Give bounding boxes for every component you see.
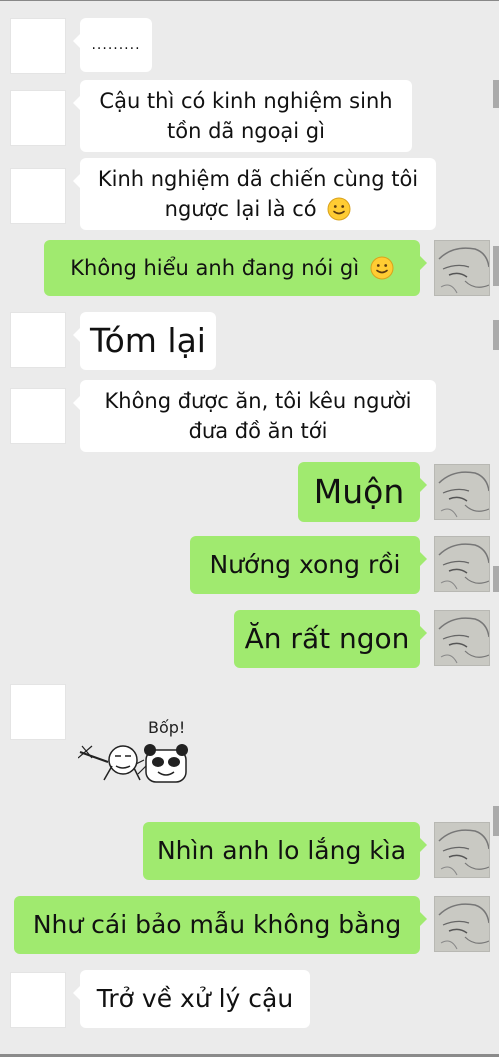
user-avatar[interactable] <box>434 536 490 592</box>
sketch-face-icon <box>435 897 489 951</box>
message-bubble-incoming[interactable]: Không được ăn, tôi kêu người đưa đồ ăn t… <box>73 380 436 452</box>
user-avatar[interactable] <box>434 822 490 878</box>
message-text: Tóm lại <box>90 321 206 361</box>
scroll-indicator <box>493 80 499 108</box>
scroll-indicator <box>493 566 499 592</box>
message-text: Nướng xong rồi <box>209 549 401 579</box>
message-bubble-incoming[interactable]: Tóm lại <box>73 312 216 370</box>
message-bubble-outgoing[interactable]: Như cái bảo mẫu không bằng <box>14 896 427 954</box>
message-text: Không hiểu anh đang nói gì <box>70 255 360 280</box>
message-text: Kinh nghiệm dã chiến cùng tôi ngược lại … <box>97 166 419 221</box>
message-bubble-outgoing[interactable]: Muộn <box>298 462 427 522</box>
message-text: Như cái bảo mẫu không bằng <box>32 909 402 939</box>
message-bubble-incoming[interactable]: Trở về xử lý cậu <box>73 970 310 1028</box>
user-avatar[interactable] <box>434 464 490 520</box>
sketch-face-icon <box>435 537 489 591</box>
scroll-indicator <box>493 246 499 286</box>
slightly-smiling-face-icon <box>327 197 351 221</box>
top-border <box>0 0 499 1</box>
sticker-caption: Bốp! <box>148 718 186 737</box>
contact-avatar[interactable] <box>10 684 66 740</box>
message-text: Trở về xử lý cậu <box>96 983 294 1013</box>
scroll-indicator <box>493 320 499 350</box>
contact-avatar[interactable] <box>10 972 66 1028</box>
sketch-face-icon <box>435 611 489 665</box>
slightly-smiling-face-icon <box>370 256 394 280</box>
contact-avatar[interactable] <box>10 90 66 146</box>
message-text: Cậu thì có kinh nghiệm sinh tồn dã ngoại… <box>99 88 393 143</box>
sketch-face-icon <box>435 465 489 519</box>
message-text: Nhìn anh lo lắng kìa <box>156 835 407 865</box>
message-bubble-incoming[interactable]: ......... <box>73 18 152 72</box>
contact-avatar[interactable] <box>10 168 66 224</box>
contact-avatar[interactable] <box>10 312 66 368</box>
message-bubble-outgoing[interactable]: Nướng xong rồi <box>190 536 427 594</box>
message-bubble-incoming[interactable]: Cậu thì có kinh nghiệm sinh tồn dã ngoại… <box>73 80 412 152</box>
user-avatar[interactable] <box>434 896 490 952</box>
user-avatar[interactable] <box>434 240 490 296</box>
message-bubble-incoming[interactable]: Kinh nghiệm dã chiến cùng tôi ngược lại … <box>73 158 436 230</box>
contact-avatar[interactable] <box>10 18 66 74</box>
scroll-indicator <box>493 806 499 836</box>
message-text: ......... <box>91 36 141 53</box>
user-avatar[interactable] <box>434 610 490 666</box>
message-text: Ăn rất ngon <box>244 621 410 655</box>
sketch-face-icon <box>435 823 489 877</box>
sketch-face-icon <box>435 241 489 295</box>
message-text: Muộn <box>313 472 405 512</box>
contact-avatar[interactable] <box>10 388 66 444</box>
message-bubble-outgoing[interactable]: Nhìn anh lo lắng kìa <box>143 822 427 880</box>
message-text: Không được ăn, tôi kêu người đưa đồ ăn t… <box>104 388 412 443</box>
message-bubble-outgoing[interactable]: Ăn rất ngon <box>234 610 427 668</box>
message-bubble-outgoing[interactable]: Không hiểu anh đang nói gì <box>44 240 427 296</box>
